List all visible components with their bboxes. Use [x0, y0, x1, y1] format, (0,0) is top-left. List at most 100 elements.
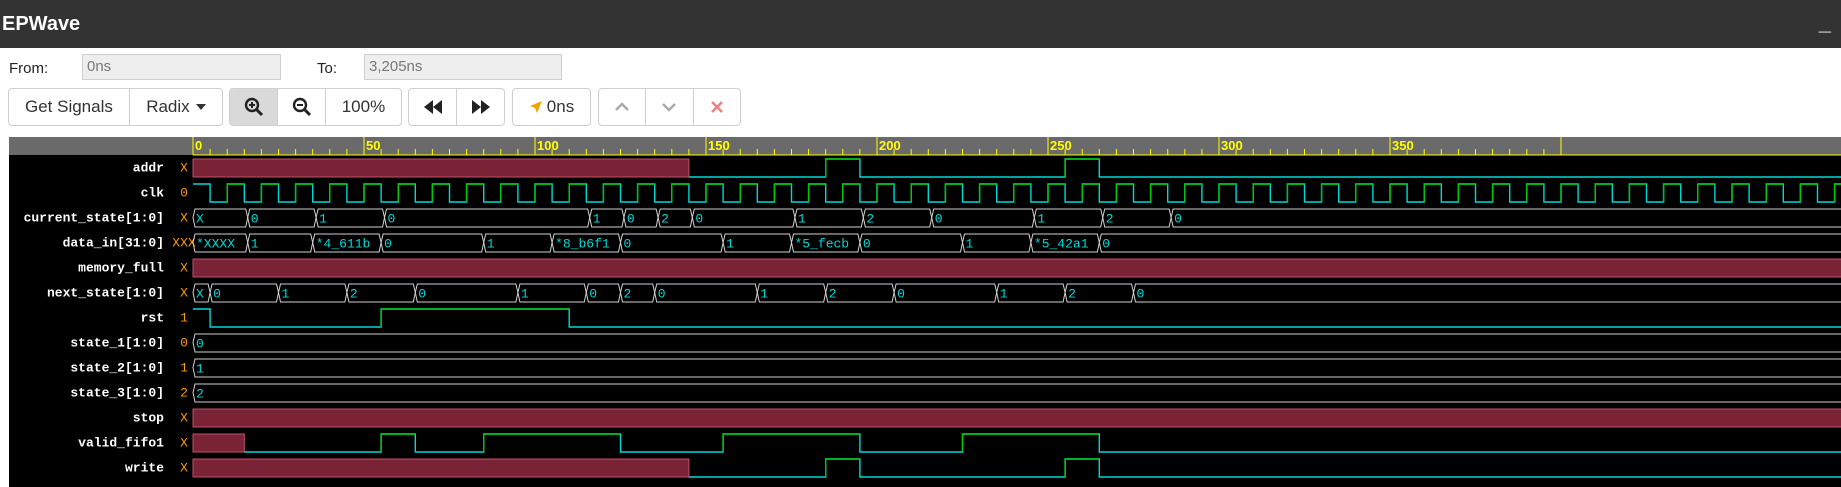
- rst-wave: [193, 308, 1841, 328]
- current-state-bus-segment: [691, 208, 796, 228]
- current-state-bus-value: 1: [319, 212, 327, 227]
- addr-wave: [688, 158, 1841, 178]
- time-ruler[interactable]: [9, 137, 1841, 155]
- next-state-bus-segment: [893, 283, 998, 303]
- signal-name-valid_fifo1: valid_fifo1: [78, 436, 164, 451]
- rewind-icon: [423, 100, 442, 114]
- signal-name-next_state: next_state[1:0]: [47, 286, 164, 301]
- clk-wave: [193, 183, 1841, 203]
- current-state-bus-value: 2: [1106, 212, 1114, 227]
- data-in-bus-value: *XXXX: [196, 237, 235, 252]
- waveform-viewer[interactable]: 0 50 100 150 200 250 300 350 addr Xclk 0 current_st…: [9, 137, 1841, 487]
- move-up-button[interactable]: [599, 89, 647, 125]
- next-state-bus-value: 0: [418, 287, 426, 302]
- title-bar: EPWave _: [0, 0, 1841, 48]
- current-state-bus-value: 0: [388, 212, 396, 227]
- to-input[interactable]: 3,205ns: [364, 54, 562, 80]
- current-state-bus-value: 0: [251, 212, 259, 227]
- current-state-bus-value: 0: [935, 212, 943, 227]
- state-2-bus-value: 1: [196, 362, 204, 377]
- next-state-bus-value: 2: [350, 287, 358, 302]
- state-1-bus-value: 0: [196, 337, 204, 352]
- toolbar: Get Signals Radix 100% 0ns: [0, 88, 1841, 126]
- next-state-bus-value: 0: [897, 287, 905, 302]
- cursor-time-label: 0ns: [546, 97, 575, 116]
- signal-name-data_in: data_in[31:0]: [63, 236, 164, 251]
- cursor-group: 0ns: [512, 88, 591, 126]
- next-state-bus-value: 2: [624, 287, 632, 302]
- next-state-bus-value: 1: [1000, 287, 1008, 302]
- ruler-label: 200: [879, 138, 901, 153]
- data-in-bus-value: 0: [863, 237, 871, 252]
- signal-name-state_2: state_2[1:0]: [70, 361, 164, 376]
- get-signals-label: Get Signals: [24, 97, 113, 116]
- state-3-bus-segment: [192, 383, 1841, 403]
- signal-value-clk: 0: [180, 186, 188, 201]
- next-state-bus-value: 0: [1137, 287, 1145, 302]
- zoom-in-button[interactable]: [230, 89, 279, 125]
- data-in-bus-value: 1: [251, 237, 259, 252]
- get-signals-button[interactable]: Get Signals: [9, 89, 130, 125]
- data-in-bus-value: *5_fecb: [795, 237, 850, 252]
- signals-group: Get Signals Radix: [8, 88, 223, 126]
- next-state-bus-value: 1: [282, 287, 290, 302]
- zoom-level-label: 100%: [341, 97, 386, 116]
- stop-unknown: [192, 408, 1841, 428]
- signal-name-rst: rst: [141, 311, 164, 326]
- write-unknown: [192, 458, 690, 478]
- next-state-bus-value: X: [196, 287, 204, 302]
- signal-value-next_state: X: [180, 286, 188, 301]
- radix-label: Radix: [146, 97, 190, 116]
- signal-name-current_state: current_state[1:0]: [24, 211, 164, 226]
- move-down-button[interactable]: [646, 89, 694, 125]
- next-transition-button[interactable]: [457, 89, 504, 125]
- next-state-bus-value: 2: [829, 287, 837, 302]
- signal-value-rst: 1: [180, 311, 188, 326]
- ruler-label: 100: [537, 138, 559, 153]
- radix-dropdown[interactable]: Radix: [130, 89, 222, 125]
- data-in-bus-value: *8_b6f1: [555, 237, 610, 252]
- zoom-out-button[interactable]: [278, 89, 326, 125]
- signal-name-stop: stop: [133, 411, 164, 426]
- from-input[interactable]: 0ns: [82, 54, 281, 80]
- next-state-bus-segment: [1132, 283, 1841, 303]
- minimize-button[interactable]: _: [1819, 10, 1831, 36]
- close-icon: [710, 101, 723, 113]
- current-state-bus-segment: [1170, 208, 1841, 228]
- state-2-bus-segment: [192, 358, 1841, 378]
- ruler-label: 50: [366, 138, 380, 153]
- remove-signal-button[interactable]: [694, 89, 740, 125]
- zoom-in-icon: [244, 97, 263, 117]
- signal-value-state_3: 2: [180, 386, 188, 401]
- signal-value-data_in: XXX: [172, 236, 196, 251]
- next-state-bus-value: 1: [760, 287, 768, 302]
- current-state-bus-value: 0: [1174, 212, 1182, 227]
- current-state-bus-value: X: [196, 212, 204, 227]
- write-wave: [688, 458, 1841, 478]
- signal-value-memory_full: X: [180, 261, 188, 276]
- next-state-bus-value: 0: [213, 287, 221, 302]
- next-state-bus-segment: [414, 283, 519, 303]
- cursor-time-button[interactable]: 0ns: [513, 89, 590, 125]
- ruler-label: 150: [708, 138, 730, 153]
- data-in-bus-value: *5_42a1: [1034, 237, 1089, 252]
- zoom-level-button[interactable]: 100%: [326, 89, 401, 125]
- prev-transition-button[interactable]: [409, 89, 457, 125]
- data-in-bus-value: 0: [384, 237, 392, 252]
- next-state-bus-value: 2: [1068, 287, 1076, 302]
- data-in-bus-value: 0: [624, 237, 632, 252]
- waveform-canvas[interactable]: 0 50 100 150 200 250 300 350addr Xclk 0current_st…: [9, 137, 1841, 487]
- data-in-bus-value: 1: [726, 237, 734, 252]
- zoom-out-icon: [292, 97, 311, 117]
- signal-value-valid_fifo1: X: [180, 436, 188, 451]
- next-state-bus-value: 0: [589, 287, 597, 302]
- ruler-label: 0: [195, 138, 202, 153]
- signal-value-write: X: [180, 461, 188, 476]
- next-state-bus-segment: [654, 283, 758, 303]
- data-in-bus-segment: [859, 233, 964, 253]
- arrow-pointer-icon: [529, 101, 542, 113]
- signal-value-stop: X: [180, 411, 188, 426]
- signal-name-clk: clk: [141, 186, 165, 201]
- current-state-bus-value: 1: [1037, 212, 1045, 227]
- signal-name-state_1: state_1[1:0]: [70, 336, 164, 351]
